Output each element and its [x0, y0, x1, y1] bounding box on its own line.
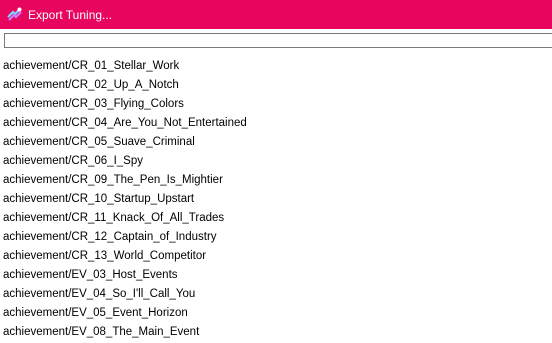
- list-item[interactable]: achievement/EV_04_So_I'll_Call_You: [0, 285, 552, 304]
- list-item[interactable]: achievement/CR_11_Knack_Of_All_Trades: [0, 209, 552, 228]
- list-item[interactable]: achievement/CR_01_Stellar_Work: [0, 57, 552, 76]
- list-item[interactable]: achievement/EV_08_The_Main_Event: [0, 323, 552, 342]
- list-item[interactable]: achievement/CR_06_I_Spy: [0, 152, 552, 171]
- export-tuning-window: Export Tuning... achievement/CR_01_Stell…: [0, 0, 552, 343]
- tuning-list: achievement/CR_01_Stellar_Work achievemen…: [0, 57, 552, 342]
- list-item[interactable]: achievement/CR_13_World_Competitor: [0, 247, 552, 266]
- list-item[interactable]: achievement/CR_09_The_Pen_Is_Mightier: [0, 171, 552, 190]
- list-item[interactable]: achievement/CR_05_Suave_Criminal: [0, 133, 552, 152]
- title-bar[interactable]: Export Tuning...: [0, 0, 552, 29]
- list-item[interactable]: achievement/CR_10_Startup_Upstart: [0, 190, 552, 209]
- list-item[interactable]: achievement/CR_04_Are_You_Not_Entertaine…: [0, 114, 552, 133]
- list-item[interactable]: achievement/EV_03_Host_Events: [0, 266, 552, 285]
- list-item[interactable]: achievement/CR_12_Captain_of_Industry: [0, 228, 552, 247]
- window-title: Export Tuning...: [28, 7, 113, 22]
- list-item[interactable]: achievement/CR_03_Flying_Colors: [0, 95, 552, 114]
- search-input[interactable]: [4, 33, 552, 48]
- list-item[interactable]: achievement/CR_02_Up_A_Notch: [0, 76, 552, 95]
- search-row: [0, 29, 552, 55]
- export-tuning-app-icon: [6, 6, 23, 23]
- list-item[interactable]: achievement/EV_05_Event_Horizon: [0, 304, 552, 323]
